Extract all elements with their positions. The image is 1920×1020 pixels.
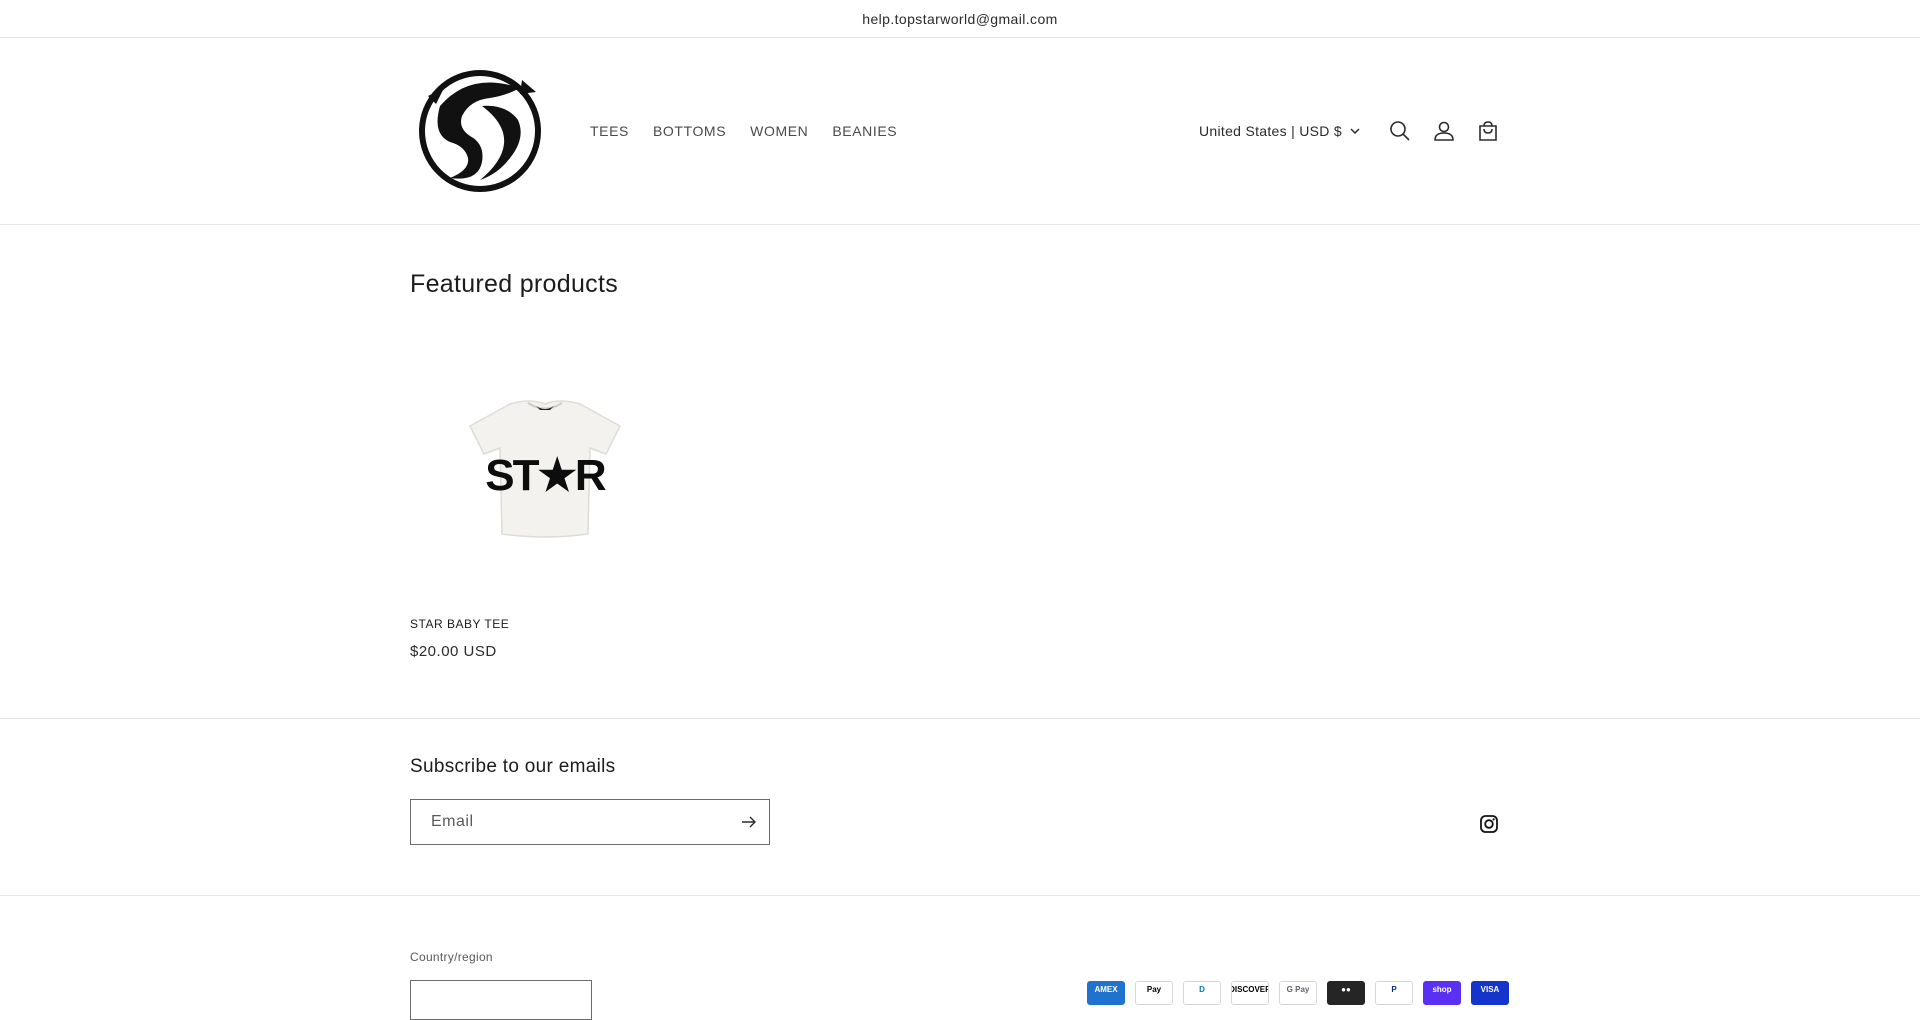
shirt-print-text: ST★R: [485, 451, 606, 500]
amex-icon: AMEX: [1087, 981, 1125, 1005]
product-price: $20.00 USD: [410, 643, 497, 660]
main-nav: TEES BOTTOMS WOMEN BEANIES: [590, 123, 897, 139]
newsletter-heading: Subscribe to our emails: [410, 756, 616, 777]
announcement-text: help.topstarworld@gmail.com: [862, 10, 1058, 27]
cart-button[interactable]: [1466, 109, 1510, 153]
payment-methods: AMEX Pay D DISCOVER G Pay ●● P shop VISA: [1087, 981, 1509, 1005]
search-button[interactable]: [1378, 109, 1422, 153]
country-region-selector[interactable]: [410, 980, 592, 1020]
site-header: TEES BOTTOMS WOMEN BEANIES United States…: [0, 38, 1920, 225]
visa-icon: VISA: [1471, 981, 1509, 1005]
country-region-label: Country/region: [410, 950, 493, 964]
subscribe-submit-button[interactable]: [729, 800, 769, 844]
product-image[interactable]: ST★R: [410, 340, 680, 600]
newsletter-form: [410, 799, 770, 845]
nav-item-tees[interactable]: TEES: [590, 123, 629, 139]
footer: Country/region AMEX Pay D DISCOVER G Pay…: [0, 896, 1920, 1020]
shop-pay-icon: shop: [1423, 981, 1461, 1005]
mastercard-icon: ●●: [1327, 981, 1365, 1005]
instagram-link[interactable]: [1478, 813, 1500, 835]
cart-icon: [1479, 121, 1497, 141]
discover-icon: DISCOVER: [1231, 981, 1269, 1005]
featured-section: Featured products: [410, 270, 618, 299]
store-logo[interactable]: [410, 61, 550, 201]
apple-pay-icon: Pay: [1135, 981, 1173, 1005]
search-icon: [1390, 121, 1410, 141]
newsletter-section: Subscribe to our emails: [0, 718, 1920, 896]
account-icon: [1434, 121, 1454, 141]
account-button[interactable]: [1422, 109, 1466, 153]
email-input[interactable]: [411, 800, 729, 844]
product-title[interactable]: STAR BABY TEE: [410, 617, 680, 631]
paypal-icon: P: [1375, 981, 1413, 1005]
instagram-icon: [1480, 815, 1498, 833]
country-currency-selector[interactable]: United States | USD $: [1199, 123, 1360, 139]
announcement-bar: help.topstarworld@gmail.com: [0, 0, 1920, 38]
nav-item-bottoms[interactable]: BOTTOMS: [653, 123, 726, 139]
chevron-down-icon: [1350, 127, 1360, 134]
nav-item-beanies[interactable]: BEANIES: [832, 123, 897, 139]
diners-icon: D: [1183, 981, 1221, 1005]
product-card[interactable]: ST★R STAR BABY TEE $20.00 USD: [410, 340, 680, 660]
arrow-right-icon: [742, 816, 756, 828]
featured-heading: Featured products: [410, 270, 618, 298]
google-pay-icon: G Pay: [1279, 981, 1317, 1005]
country-currency-label: United States | USD $: [1199, 123, 1342, 139]
nav-item-women[interactable]: WOMEN: [750, 123, 808, 139]
